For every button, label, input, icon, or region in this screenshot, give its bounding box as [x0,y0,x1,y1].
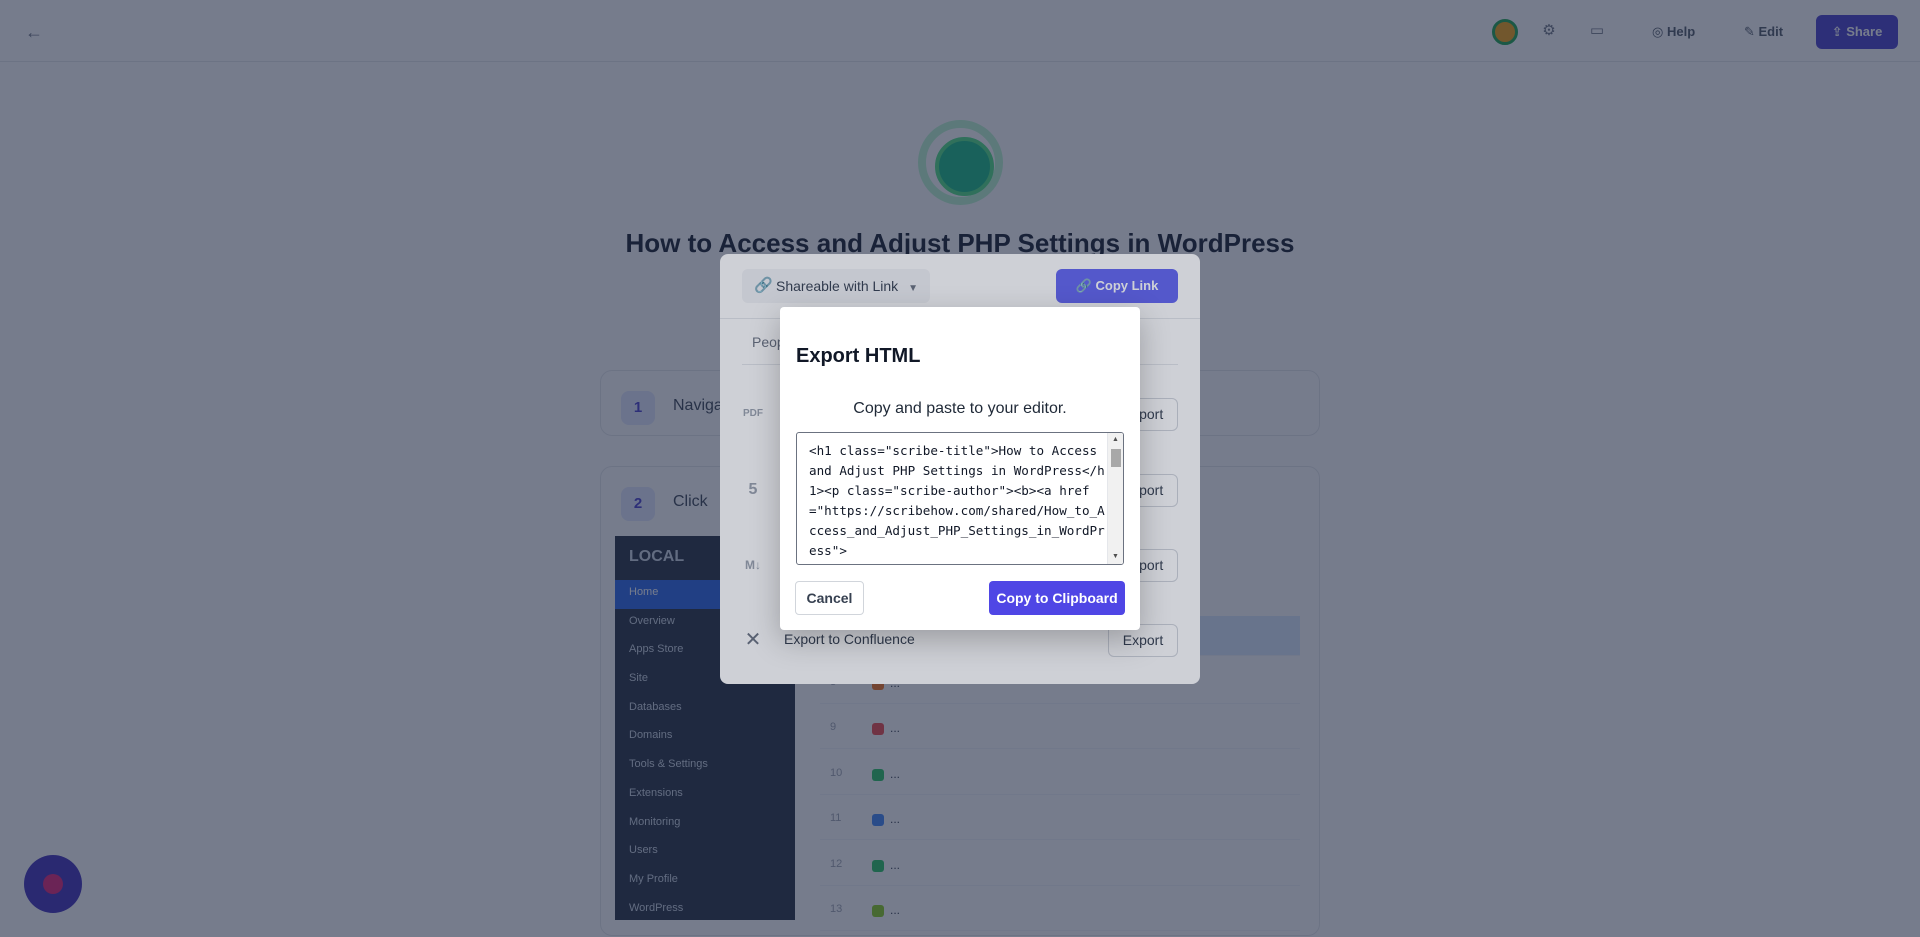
html-code-text: <h1 class="scribe-title">How to Access a… [809,443,1105,558]
scroll-down-icon[interactable]: ▼ [1108,550,1123,564]
scroll-up-icon[interactable]: ▲ [1108,433,1123,447]
copy-to-clipboard-button[interactable]: Copy to Clipboard [989,581,1125,615]
html-code-textarea[interactable]: <h1 class="scribe-title">How to Access a… [796,432,1124,565]
dialog-title: Export HTML [796,345,921,367]
dialog-subtitle: Copy and paste to your editor. [853,400,1067,417]
scrollbar-thumb[interactable] [1111,449,1121,467]
cancel-button[interactable]: Cancel [795,581,864,615]
export-html-dialog: Export HTML Copy and paste to your edito… [780,307,1140,630]
scrollbar[interactable]: ▲ ▼ [1107,433,1123,564]
